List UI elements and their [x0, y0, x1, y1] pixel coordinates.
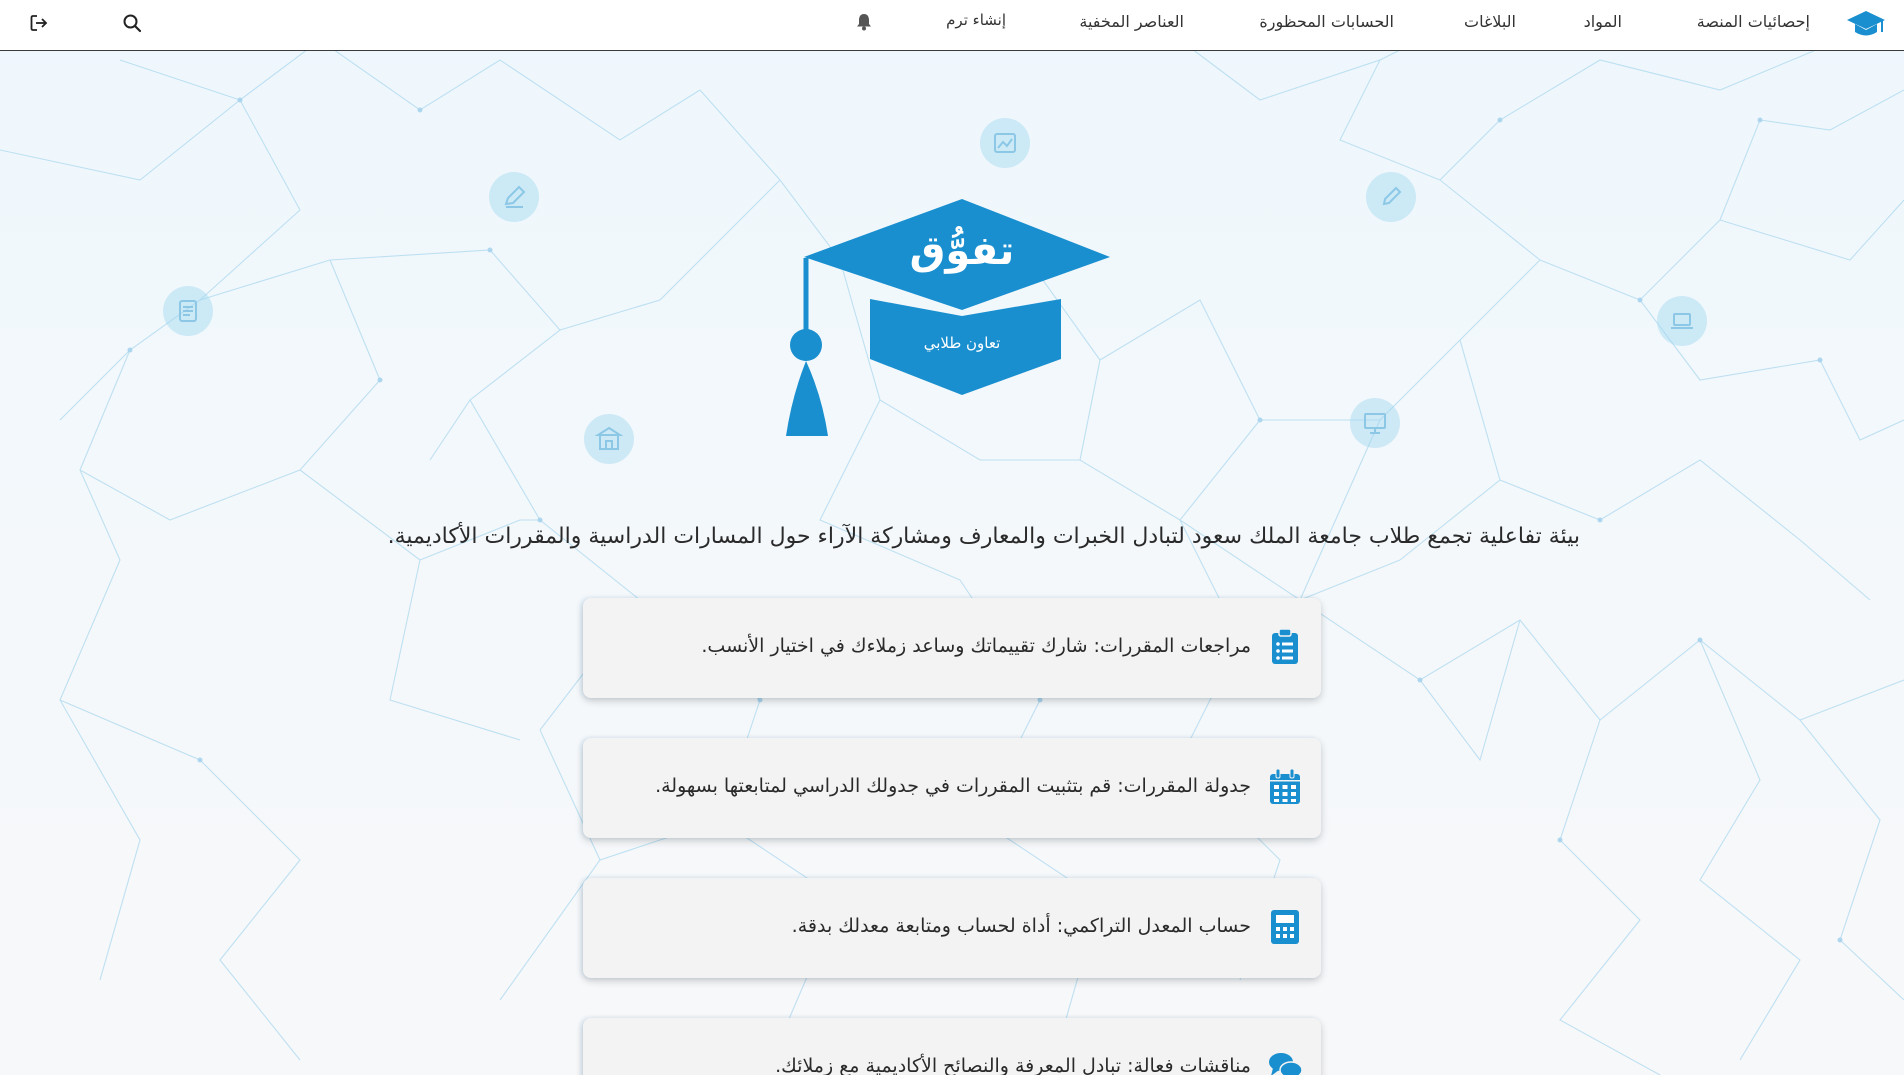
- brand-title: تفوُّق: [909, 228, 1015, 274]
- feature-text: مراجعات المقررات: شارك تقييماتك وساعد زم…: [701, 635, 1251, 657]
- hero-tagline: بيئة تفاعلية تجمع طلاب جامعة الملك سعود …: [387, 524, 1580, 549]
- feature-text: مناقشات فعالة: تبادل المعرفة والنصائح ال…: [775, 1055, 1251, 1075]
- feature-text: حساب المعدل التراكمي: أداة لحساب ومتابعة…: [791, 915, 1251, 937]
- nav-item-reports[interactable]: البلاغات: [1464, 12, 1516, 31]
- clipboard-list-icon: [1272, 628, 1298, 664]
- feature-card-course-reviews: مراجعات المقررات: شارك تقييماتك وساعد زم…: [583, 598, 1321, 698]
- nav-item-platform-stats[interactable]: إحصائيات المنصة: [1697, 12, 1810, 31]
- chart-image-icon: [980, 118, 1030, 168]
- brand-logo: تفوُّق تعاون طلابي: [780, 196, 1116, 442]
- bell-icon[interactable]: [854, 12, 874, 32]
- feature-card-gpa-calculator: حساب المعدل التراكمي: أداة لحساب ومتابعة…: [583, 878, 1321, 978]
- school-building-icon: [584, 414, 634, 464]
- feature-text: جدولة المقررات: قم بتثبيت المقررات في جد…: [655, 775, 1251, 797]
- feature-card-discussions: مناقشات فعالة: تبادل المعرفة والنصائح ال…: [583, 1018, 1321, 1075]
- document-icon: [163, 286, 213, 336]
- logout-icon[interactable]: [29, 13, 49, 33]
- pencil-icon: [1366, 172, 1416, 222]
- pen-icon: [489, 172, 539, 222]
- calendar-icon: [1270, 768, 1300, 804]
- page: إحصائيات المنصة المواد البلاغات الحسابات…: [0, 0, 1904, 1075]
- nav-item-subjects[interactable]: المواد: [1584, 12, 1622, 31]
- comments-icon: [1269, 1053, 1303, 1075]
- graduation-cap-icon[interactable]: [1846, 7, 1886, 41]
- nav-item-create-term[interactable]: إنشاء ترم: [946, 11, 1006, 29]
- search-icon[interactable]: [122, 13, 142, 33]
- nav-item-hidden-items[interactable]: العناصر المخفية: [1079, 12, 1184, 31]
- monitor-icon: [1350, 398, 1400, 448]
- calculator-icon: [1271, 910, 1299, 944]
- brand-subtitle: تعاون طلابي: [923, 334, 1001, 352]
- top-navbar: إحصائيات المنصة المواد البلاغات الحسابات…: [0, 0, 1904, 51]
- nav-item-banned-accounts[interactable]: الحسابات المحظورة: [1259, 12, 1394, 31]
- feature-card-course-scheduling: جدولة المقررات: قم بتثبيت المقررات في جد…: [583, 738, 1321, 838]
- laptop-icon: [1657, 296, 1707, 346]
